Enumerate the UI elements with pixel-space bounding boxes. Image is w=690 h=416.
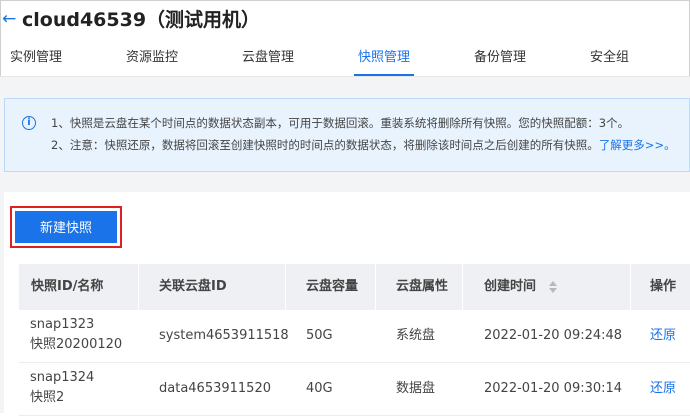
- disk-attribute: 系统盘: [396, 328, 436, 343]
- created-time: 2022-01-20 09:30:14: [484, 381, 623, 396]
- disk-attribute: 数据盘: [396, 381, 436, 396]
- sort-icon[interactable]: [549, 281, 557, 293]
- disk-id: data4653911520: [159, 381, 271, 396]
- snapshot-id: snap1323: [30, 317, 95, 332]
- disk-capacity: 50G: [306, 328, 333, 343]
- column-divider: [630, 264, 631, 310]
- page-header: ← cloud46539（测试用机）: [0, 0, 690, 42]
- restore-link[interactable]: 还原: [650, 380, 676, 398]
- column-header-disk-id: 关联云盘ID: [159, 279, 227, 294]
- tab-instance-management[interactable]: 实例管理: [10, 48, 62, 76]
- created-time: 2022-01-20 09:24:48: [484, 328, 623, 343]
- notice-banner: i 1、快照是云盘在某个时间点的数据状态副本，可用于数据回滚。重装系统将删除所有…: [4, 98, 690, 172]
- column-divider: [285, 264, 286, 310]
- table-row: snap1324 快照2 data4653911520 40G 数据盘 2022…: [19, 363, 690, 416]
- learn-more-link[interactable]: 了解更多>>。: [599, 138, 676, 152]
- column-header-capacity: 云盘容量: [306, 279, 359, 294]
- column-header-created[interactable]: 创建时间: [484, 279, 536, 295]
- back-arrow-icon[interactable]: ←: [2, 9, 16, 29]
- column-divider: [375, 264, 376, 310]
- notice-line-2-text: 2、注意：快照还原，数据将回滚至创建快照时的时间点的数据状态，将删除该时间点之后…: [51, 138, 599, 152]
- snapshot-name: 快照20200120: [30, 337, 123, 352]
- notice-line-2: 2、注意：快照还原，数据将回滚至创建快照时的时间点的数据状态，将删除该时间点之后…: [51, 137, 676, 153]
- column-divider: [462, 264, 463, 310]
- snapshot-name: 快照2: [30, 390, 65, 405]
- snapshot-id: snap1324: [30, 370, 95, 385]
- tab-snapshot-management[interactable]: 快照管理: [353, 48, 415, 76]
- create-snapshot-button[interactable]: 新建快照: [15, 211, 117, 243]
- page-title: cloud46539（测试用机）: [22, 9, 261, 31]
- column-header-attribute: 云盘属性: [396, 279, 449, 294]
- info-icon: i: [22, 116, 36, 130]
- disk-capacity: 40G: [306, 381, 333, 396]
- tab-disk-management[interactable]: 云盘管理: [242, 48, 294, 76]
- disk-id: system4653911518: [159, 328, 289, 343]
- tab-bar: 实例管理 资源监控 云盘管理 快照管理 备份管理 安全组: [0, 42, 690, 77]
- notice-line-1: 1、快照是云盘在某个时间点的数据状态副本，可用于数据回滚。重装系统将删除所有快照…: [51, 116, 630, 130]
- table-header: 快照ID/名称 关联云盘ID 云盘容量 云盘属性 创建时间 操作: [19, 264, 690, 310]
- column-header-action: 操作: [650, 279, 677, 294]
- column-divider: [138, 264, 139, 310]
- tab-backup-management[interactable]: 备份管理: [474, 48, 526, 76]
- tab-security-group[interactable]: 安全组: [590, 48, 629, 76]
- tab-resource-monitoring[interactable]: 资源监控: [126, 48, 178, 76]
- table-row: snap1323 快照20200120 system4653911518 50G…: [19, 310, 690, 363]
- column-header-snapshot-id: 快照ID/名称: [31, 279, 104, 294]
- restore-link[interactable]: 还原: [650, 327, 676, 345]
